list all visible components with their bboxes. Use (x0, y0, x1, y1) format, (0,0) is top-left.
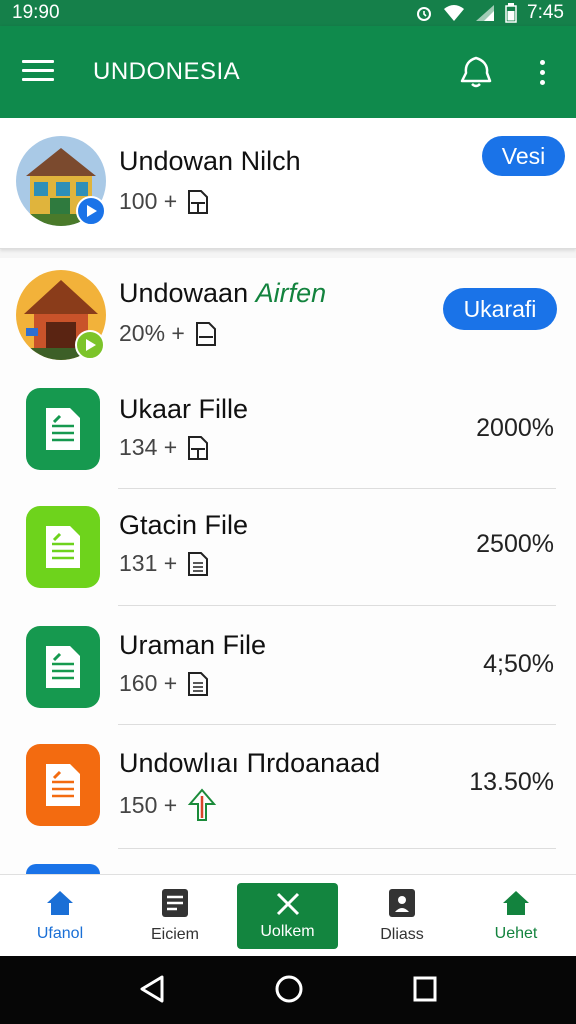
list-item[interactable]: Gtacin File 131 + 2500% (0, 500, 576, 616)
divider (118, 724, 556, 725)
file-icon (195, 321, 216, 346)
item-title: Undowan Nilch (119, 146, 301, 176)
status-bar: 19:90 7:45 (0, 0, 576, 26)
featured-item[interactable]: Undowan Nilch 100 + Vesi (0, 118, 576, 249)
featured-item[interactable]: Undowaan Airfen 20% + Ukarafi (0, 258, 576, 368)
menu-icon[interactable] (22, 60, 54, 84)
file-count: 134 + (119, 434, 178, 460)
bottom-navigation: Ufanol Eiciem Uolkem Dliass Uehet (0, 874, 576, 956)
divider (118, 605, 556, 606)
system-navigation-bar (0, 956, 576, 1024)
nav-item-uehet[interactable]: Uehet (474, 875, 558, 957)
play-icon (75, 330, 105, 360)
file-lines-icon (188, 671, 209, 696)
divider (118, 848, 556, 849)
file-percent: 13.50% (469, 768, 554, 796)
file-icon (188, 189, 209, 214)
item-title-accent: Airfen (255, 278, 327, 308)
list-item[interactable]: Undowlıaı Πrdoanaad 150 + 13.50% (0, 736, 576, 854)
file-percent: 4;50% (483, 650, 554, 678)
file-percent: 2000% (476, 414, 554, 442)
battery-icon (505, 3, 517, 23)
file-subtitle: 131 + (119, 550, 209, 577)
file-title: Uraman File (119, 630, 267, 660)
bell-icon[interactable] (458, 54, 494, 90)
file-count: 150 + (119, 791, 178, 818)
list-item[interactable]: Uraman File 160 + 4;50% (0, 616, 576, 734)
contact-icon (389, 889, 415, 917)
file-title: Ukaar Fille (119, 394, 249, 424)
item-title: Undowaan Airfen (119, 278, 326, 309)
list-icon (162, 889, 188, 917)
status-icons: 7:45 (415, 2, 564, 24)
nav-label: Uolkem (260, 923, 315, 940)
list-item[interactable]: Ukaar Fille 134 + 2000% (0, 380, 576, 498)
ukarafi-button[interactable]: Ukarafi (443, 288, 557, 330)
nav-item-eiciem[interactable]: Eiciem (133, 875, 217, 957)
nav-label: Eiciem (150, 926, 199, 943)
file-count: 160 + (119, 670, 178, 696)
status-time-left: 19:90 (12, 2, 60, 23)
upload-arrow-icon (188, 788, 217, 821)
file-percent: 2500% (476, 530, 554, 558)
nav-item-ufanol[interactable]: Ufanol (18, 875, 102, 957)
file-subtitle: 160 + (119, 670, 209, 697)
file-title: Gtacin File (119, 510, 249, 540)
play-icon (76, 196, 106, 226)
file-icon (188, 435, 209, 460)
nav-item-dliass[interactable]: Dliass (360, 875, 444, 957)
divider (118, 488, 556, 489)
back-icon[interactable] (138, 974, 166, 1004)
app-bar: UNDONESIA (0, 26, 576, 118)
more-vert-icon[interactable] (530, 54, 554, 90)
app-title: UNDONESIA (93, 58, 241, 85)
document-icon (26, 626, 100, 708)
alarm-icon (417, 7, 432, 21)
document-icon (26, 744, 100, 826)
nav-label: Uehet (494, 925, 538, 942)
file-subtitle: 150 + (119, 788, 217, 822)
item-count: 100 + (119, 188, 178, 214)
recents-icon[interactable] (411, 974, 439, 1004)
nav-label: Ufanol (36, 925, 84, 942)
document-icon (26, 388, 100, 470)
item-title-main: Undowaan (119, 278, 249, 308)
status-time-right: 7:45 (527, 2, 564, 23)
nav-item-uolkem[interactable]: Uolkem (237, 883, 338, 949)
item-count: 20% + (119, 320, 185, 346)
home-icon (503, 891, 529, 915)
content-area: Undowan Nilch 100 + Vesi Undowaan Airfen… (0, 118, 576, 874)
file-list: Undowaan Airfen 20% + Ukarafi Ukaar Fill… (0, 258, 576, 874)
vesi-button[interactable]: Vesi (482, 136, 565, 176)
nav-label: Dliass (380, 926, 424, 943)
partial-list-item (26, 864, 100, 874)
wifi-icon (444, 5, 465, 21)
document-icon (26, 506, 100, 588)
file-title: Undowlıaı Πrdoanaad (119, 748, 381, 778)
item-subtitle: 100 + (119, 188, 209, 215)
file-lines-icon (188, 551, 209, 576)
close-icon (276, 892, 299, 916)
home-icon (47, 891, 73, 915)
file-subtitle: 134 + (119, 434, 209, 461)
file-count: 131 + (119, 550, 178, 576)
home-circle-icon[interactable] (274, 974, 304, 1004)
signal-icon (476, 5, 495, 21)
item-subtitle: 20% + (119, 320, 217, 347)
